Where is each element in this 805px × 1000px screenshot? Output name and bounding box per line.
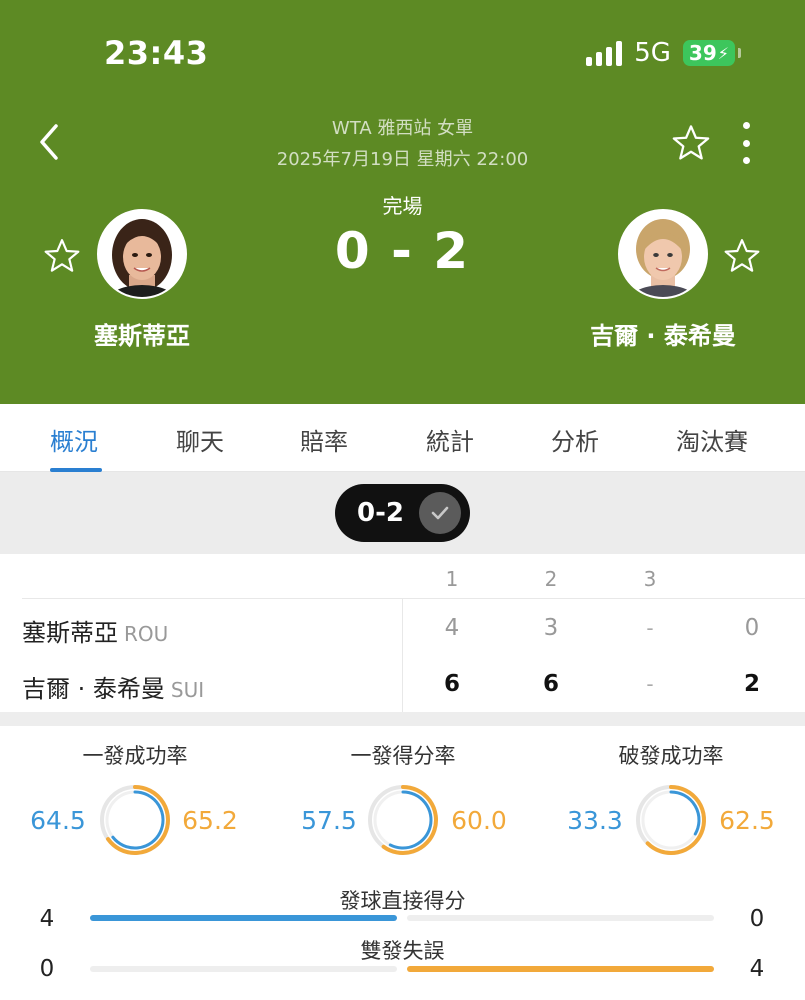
result-pill-score: 0-2 xyxy=(357,498,404,528)
battery-icon: 39 ⚡ xyxy=(682,40,742,66)
stat-right-value: 4 xyxy=(749,956,765,982)
set-score: 6 xyxy=(542,671,559,697)
more-dot-icon xyxy=(742,157,750,164)
more-options-button[interactable] xyxy=(736,122,756,164)
set-header-3: 3 xyxy=(643,567,657,591)
result-pill[interactable]: 0-2 xyxy=(335,484,470,542)
stat-bar-left-track xyxy=(90,966,397,972)
table-divider xyxy=(22,598,805,599)
stat-ring xyxy=(368,785,438,855)
more-dot-icon xyxy=(742,139,750,147)
player-name: 塞斯蒂亞 xyxy=(22,619,118,647)
player-right-avatar[interactable] xyxy=(618,209,708,299)
stat-right-value: 60.0 xyxy=(451,806,507,835)
set-score: 3 xyxy=(543,615,559,641)
stat-left-value: 33.3 xyxy=(567,806,623,835)
player-right-name[interactable]: 吉爾 · 泰希曼 xyxy=(578,316,748,351)
stat-bar-right-fill xyxy=(407,966,714,972)
stat-right-value: 65.2 xyxy=(182,806,238,835)
player-left-name[interactable]: 塞斯蒂亞 xyxy=(62,316,222,351)
stat-title: 發球直接得分 xyxy=(339,889,466,913)
star-icon xyxy=(44,239,80,272)
stat-left-value: 57.5 xyxy=(301,806,357,835)
tab-chat[interactable]: 聊天 xyxy=(176,422,224,457)
status-indicators: 5G 39 ⚡ xyxy=(586,38,742,68)
stat-left-value: 64.5 xyxy=(30,806,86,835)
set-score: 6 xyxy=(443,671,460,697)
stat-right-value: 0 xyxy=(749,906,765,932)
set-score: - xyxy=(646,616,654,640)
player-name: 吉爾 · 泰希曼 xyxy=(22,675,165,703)
table-column-divider xyxy=(402,598,403,712)
status-time: 23:43 xyxy=(104,34,209,72)
check-circle-icon xyxy=(419,492,461,534)
stat-bar-right-track xyxy=(407,915,714,921)
favorite-match-button[interactable] xyxy=(670,122,712,164)
tab-knockout[interactable]: 淘汰賽 xyxy=(676,422,748,457)
set-score: 4 xyxy=(444,615,460,641)
ring-right-arc xyxy=(381,785,438,855)
stat-left-value: 4 xyxy=(39,906,55,932)
match-header: 23:43 5G 39 ⚡ WTA 雅西站 女單 2025年7月19日 星期六 2… xyxy=(0,0,805,404)
set-scoreboard: 1 2 3 塞斯蒂亞 ROU 4 3 - 0 吉爾 · 泰希曼 SUI 6 6 - … xyxy=(0,554,805,712)
tab-stats[interactable]: 統計 xyxy=(426,422,474,457)
network-label: 5G xyxy=(634,38,671,68)
scoreboard-player-left: 塞斯蒂亞 ROU xyxy=(22,613,168,648)
stat-left-value: 0 xyxy=(39,956,55,982)
sets-total: 0 xyxy=(744,615,760,641)
battery-level: 39 xyxy=(688,41,717,65)
stat-right-value: 62.5 xyxy=(719,806,775,835)
set-header-1: 1 xyxy=(445,567,459,591)
stat-title: 一發得分率 xyxy=(350,744,456,768)
star-icon xyxy=(672,125,710,160)
favorite-player-left-button[interactable] xyxy=(42,236,82,276)
scoreboard-player-right: 吉爾 · 泰希曼 SUI xyxy=(22,669,204,704)
ring-left-arc xyxy=(111,790,165,850)
signal-icon xyxy=(586,40,623,66)
star-icon xyxy=(724,239,760,272)
stat-bar-left-fill xyxy=(90,915,397,921)
favorite-player-right-button[interactable] xyxy=(722,236,762,276)
stat-title: 一發成功率 xyxy=(82,744,188,768)
tab-bar: 概況 聊天 賠率 統計 分析 淘汰賽 xyxy=(0,404,805,472)
tab-analysis[interactable]: 分析 xyxy=(551,422,599,457)
sets-total: 2 xyxy=(743,671,760,697)
ring-left-arc xyxy=(388,790,433,850)
set-header-2: 2 xyxy=(544,567,558,591)
tab-odds[interactable]: 賠率 xyxy=(300,422,348,457)
section-separator xyxy=(0,712,805,726)
stat-title: 雙發失誤 xyxy=(360,939,445,963)
player-country: ROU xyxy=(124,622,169,646)
stat-title: 破發成功率 xyxy=(618,744,724,768)
player-left-avatar[interactable] xyxy=(97,209,187,299)
stat-ring xyxy=(636,785,706,855)
stat-ring xyxy=(100,785,170,855)
tab-overview[interactable]: 概況 xyxy=(50,422,98,457)
result-strip: 0-2 xyxy=(0,472,805,554)
player-country: SUI xyxy=(170,678,205,702)
more-dot-icon xyxy=(742,122,750,129)
set-score: - xyxy=(646,672,654,696)
